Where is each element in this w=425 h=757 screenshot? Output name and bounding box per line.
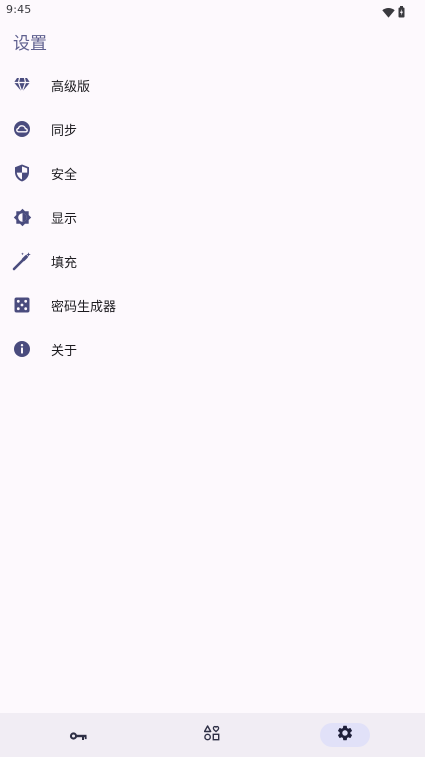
settings-menu: 高级版 同步 安全 显示 填充 密码生成器 关于 — [0, 62, 425, 370]
nav-item-vault[interactable] — [56, 723, 100, 747]
diamond-icon — [12, 75, 32, 95]
shapes-icon — [203, 725, 220, 745]
status-bar: 9:45 — [0, 0, 425, 20]
key-icon — [69, 726, 87, 745]
cloud-sync-icon — [12, 119, 32, 139]
menu-item-label: 安全 — [51, 168, 78, 183]
nav-item-settings[interactable] — [320, 723, 370, 747]
menu-item-label: 关于 — [51, 344, 78, 359]
shield-icon — [12, 163, 32, 183]
menu-item-display[interactable]: 显示 — [0, 194, 425, 238]
nav-item-categories[interactable] — [190, 723, 234, 747]
menu-item-about[interactable]: 关于 — [0, 326, 425, 370]
battery-icon — [398, 3, 405, 22]
dice-icon — [12, 295, 32, 315]
menu-item-sync[interactable]: 同步 — [0, 106, 425, 150]
menu-item-label: 密码生成器 — [51, 300, 117, 315]
gear-icon — [336, 724, 354, 746]
menu-item-label: 高级版 — [51, 80, 91, 95]
info-icon — [12, 339, 32, 359]
page-title: 设置 — [13, 34, 47, 54]
menu-item-autofill[interactable]: 填充 — [0, 238, 425, 282]
bottom-navigation — [0, 713, 425, 757]
menu-item-label: 显示 — [51, 212, 78, 227]
menu-item-password-generator[interactable]: 密码生成器 — [0, 282, 425, 326]
brightness-icon — [12, 207, 32, 227]
status-icons — [382, 3, 405, 22]
status-time: 9:45 — [6, 3, 32, 16]
menu-item-label: 填充 — [51, 256, 78, 271]
wifi-icon — [382, 3, 395, 22]
menu-item-premium[interactable]: 高级版 — [0, 62, 425, 106]
magic-wand-icon — [12, 251, 32, 271]
menu-item-security[interactable]: 安全 — [0, 150, 425, 194]
menu-item-label: 同步 — [51, 124, 78, 139]
